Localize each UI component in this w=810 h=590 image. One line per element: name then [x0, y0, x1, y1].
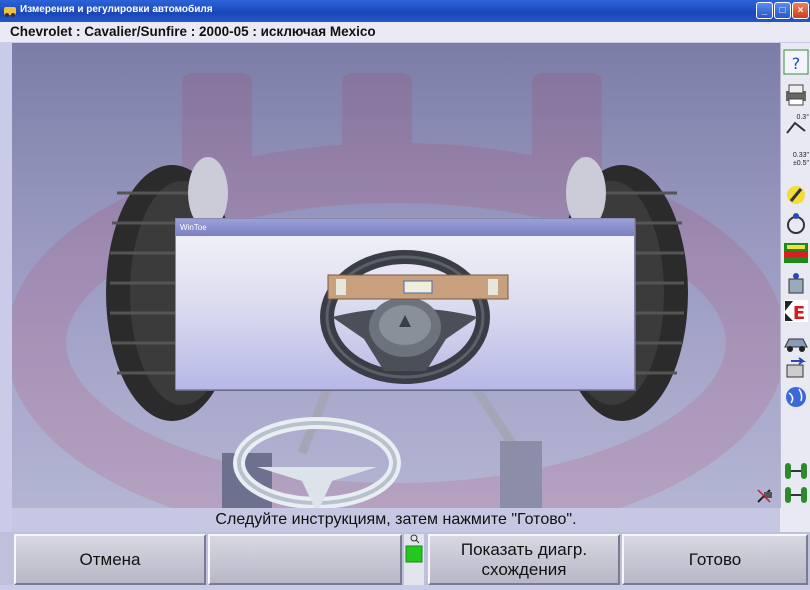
- tolerance-range-icon[interactable]: 0.33" ±0.5": [783, 151, 809, 175]
- window-title: Измерения и регулировки автомобиля: [20, 4, 213, 15]
- status-instruction: Следуйте инструкциям, затем нажмите "Гот…: [12, 508, 780, 532]
- blank-button[interactable]: [208, 534, 402, 585]
- svg-text:E: E: [793, 303, 805, 323]
- close-button[interactable]: ×: [792, 2, 809, 19]
- sensor-icon[interactable]: [783, 271, 809, 295]
- maximize-button[interactable]: □: [774, 2, 791, 19]
- tolerance-label: 0.3°: [796, 114, 809, 121]
- tolerance-range-label: 0.33" ±0.5": [792, 152, 809, 167]
- tolerance-icon[interactable]: 0.3°: [783, 113, 809, 137]
- e-icon[interactable]: E: [783, 299, 809, 324]
- swap-icon[interactable]: [783, 357, 809, 381]
- plug-icon: [757, 489, 772, 503]
- help-icon[interactable]: ?: [783, 49, 809, 75]
- indicator-gauge: [404, 534, 424, 585]
- function-button-bar: Отмена Показать диагр. схождения Готово: [0, 532, 810, 585]
- app-icon: [4, 7, 16, 17]
- right-toolbar: ? 0.3° 0.33" ±0.5" E: [780, 43, 810, 508]
- svg-text:?: ?: [792, 54, 801, 73]
- window-titlebar: Измерения и регулировки автомобиля _ □ ×: [0, 0, 810, 22]
- show-toe-diagram-button[interactable]: Показать диагр. схождения: [428, 534, 620, 585]
- wrench-icon[interactable]: [783, 183, 809, 207]
- vehicle-header: Chevrolet : Cavalier/Sunfire : 2000-05 :…: [0, 22, 810, 42]
- runout-icon[interactable]: [783, 211, 809, 235]
- toolbar-footer: [780, 508, 810, 532]
- link-level-icon[interactable]: [783, 483, 809, 507]
- minimize-button[interactable]: _: [756, 2, 773, 19]
- done-button[interactable]: Готово: [622, 534, 808, 585]
- link-icon[interactable]: [783, 459, 809, 483]
- globe-icon[interactable]: [783, 385, 809, 409]
- wintoe-dialog: WinToe: [175, 218, 635, 390]
- printer-icon[interactable]: [783, 83, 809, 107]
- cancel-button[interactable]: Отмена: [14, 534, 206, 585]
- car-icon[interactable]: [783, 331, 809, 355]
- level-steering-wheel-illustration: [320, 250, 509, 384]
- readings-icon[interactable]: [783, 241, 809, 265]
